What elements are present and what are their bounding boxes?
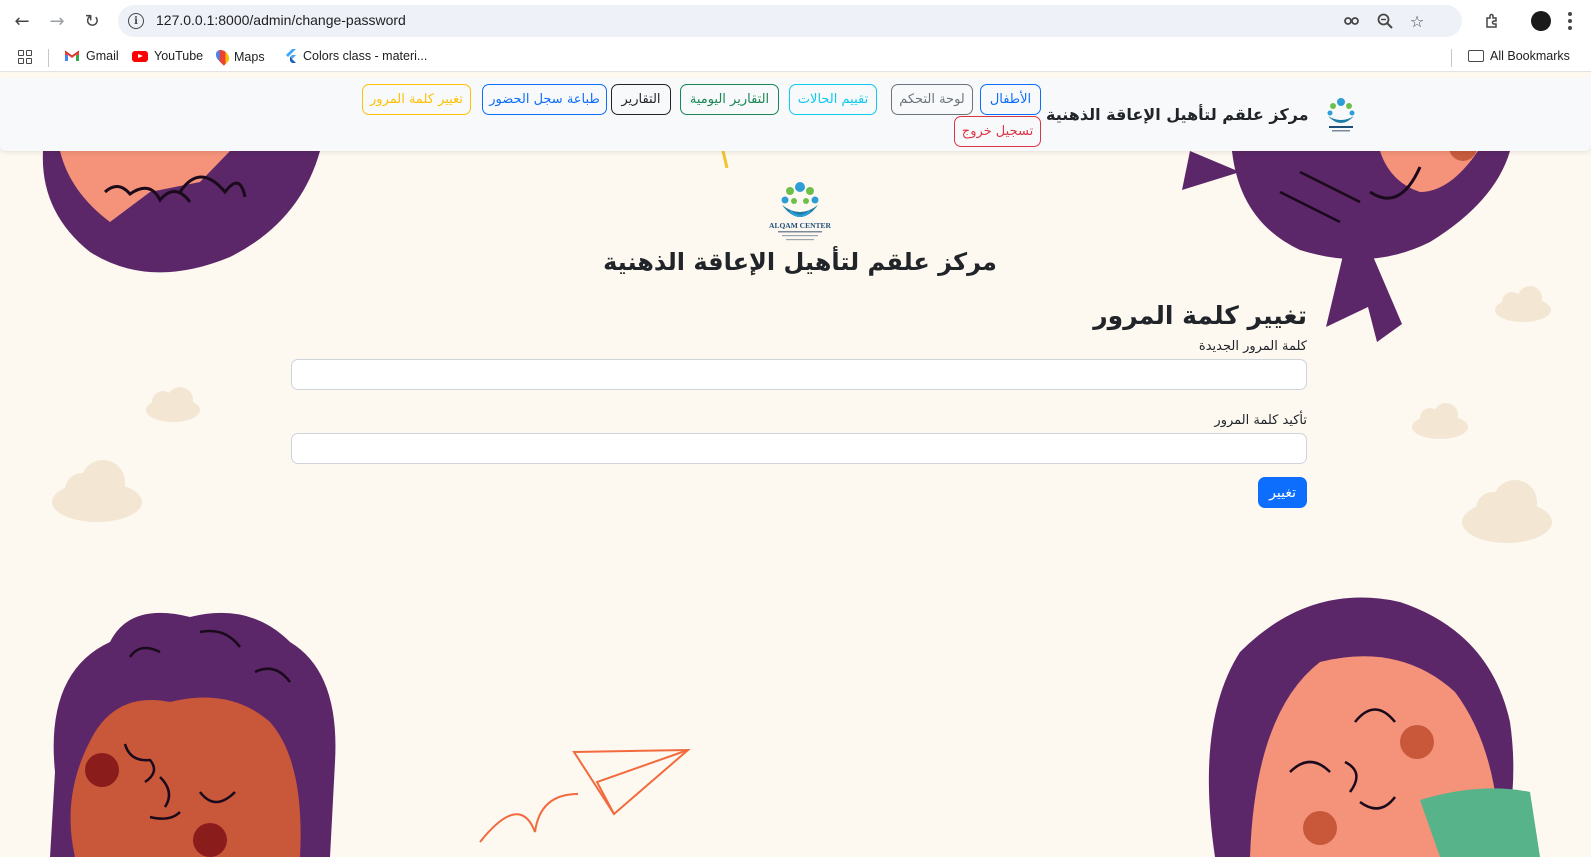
reload-icon[interactable]: ↻ [80, 9, 104, 33]
decor-stroke [721, 150, 729, 169]
change-password-form: تغيير كلمة المرور كلمة المرور الجديدة تأ… [291, 297, 1307, 508]
bottom-right-character [1208, 597, 1540, 857]
nav-change-password-button[interactable]: تغيير كلمة المرور [362, 84, 471, 115]
chrome-menu-icon[interactable] [1568, 12, 1572, 30]
page-content: مركز علقم لتأهيل الإعاقة الذهنية الأطفال… [0, 72, 1591, 857]
new-password-input[interactable] [291, 359, 1307, 390]
url-text[interactable]: 127.0.0.1:8000/admin/change-password [156, 12, 406, 28]
zoom-icon[interactable] [1375, 11, 1395, 31]
all-bookmarks[interactable]: All Bookmarks [1468, 49, 1570, 63]
flutter-icon [286, 49, 296, 63]
cloud-decoration [146, 387, 200, 422]
bookmark-youtube[interactable]: YouTube [132, 49, 203, 63]
browser-toolbar: ← → ↻ i 127.0.0.1:8000/admin/change-pass… [0, 0, 1591, 42]
folder-icon [1468, 50, 1484, 62]
maps-icon [213, 47, 232, 66]
gmail-icon [64, 50, 80, 61]
bookmark-colors-class[interactable]: Colors class - materi... [285, 49, 427, 63]
extensions-icon[interactable] [1480, 9, 1504, 33]
cloud-decoration [52, 460, 142, 522]
bookmarks-separator [48, 49, 49, 67]
nav-case-assessment-button[interactable]: تقييم الحالات [789, 84, 877, 115]
form-title: تغيير كلمة المرور [1093, 301, 1307, 330]
cloud-decoration [1495, 286, 1551, 322]
cloud-decoration [1412, 403, 1468, 439]
bookmark-label: YouTube [154, 49, 204, 63]
address-bar[interactable]: i 127.0.0.1:8000/admin/change-password ☆ [118, 5, 1462, 37]
bookmark-label: Maps [234, 49, 265, 64]
logo-caption: ALQAM CENTER [769, 221, 831, 230]
bookmarks-bar: Gmail YouTube Maps Colors class - materi… [0, 42, 1591, 72]
alqam-center-logo: ALQAM CENTER [769, 182, 832, 241]
navbar-brand-text: مركز علقم لتأهيل الإعاقة الذهنية [1046, 104, 1309, 124]
paper-plane-decoration [479, 748, 691, 843]
submit-change-button[interactable]: تغيير [1258, 477, 1307, 508]
logout-button[interactable]: تسجيل خروج [954, 116, 1041, 147]
bottom-left-character [50, 612, 336, 857]
nav-dashboard-button[interactable]: لوحة التحكم [891, 84, 973, 115]
apps-icon[interactable] [18, 50, 32, 64]
bookmark-label: Colors class - materi... [303, 49, 428, 63]
navbar-brand[interactable]: مركز علقم لتأهيل الإعاقة الذهنية [1046, 92, 1362, 136]
cloud-decoration [1462, 480, 1552, 543]
top-navbar: مركز علقم لتأهيل الإعاقة الذهنية الأطفال… [0, 78, 1591, 151]
nav-reports-button[interactable]: التقارير [611, 84, 671, 115]
back-icon[interactable]: ← [10, 9, 34, 33]
nav-print-attendance-button[interactable]: طباعة سجل الحضور [482, 84, 607, 115]
confirm-password-input[interactable] [291, 433, 1307, 464]
page-title: مركز علقم لتأهيل الإعاقة الذهنية [603, 248, 997, 276]
bookmark-maps[interactable]: Maps [213, 47, 265, 66]
password-key-icon[interactable] [1343, 11, 1363, 31]
bookmark-star-icon[interactable]: ☆ [1407, 11, 1427, 31]
forward-icon[interactable]: → [45, 9, 69, 33]
bookmark-label: Gmail [86, 49, 119, 63]
profile-avatar[interactable] [1531, 11, 1551, 31]
new-password-label: كلمة المرور الجديدة [1198, 339, 1307, 354]
site-info-icon[interactable]: i [128, 13, 144, 29]
all-bookmarks-label: All Bookmarks [1490, 49, 1570, 63]
nav-daily-reports-button[interactable]: التقارير اليومية [680, 84, 779, 115]
bookmark-gmail[interactable]: Gmail [64, 49, 119, 63]
nav-children-button[interactable]: الأطفال [980, 84, 1041, 115]
bookmarks-separator [1451, 49, 1452, 67]
top-left-character [42, 151, 320, 273]
alqam-logo-icon [1327, 98, 1355, 132]
confirm-password-label: تأكيد كلمة المرور [1214, 413, 1307, 428]
youtube-icon [132, 50, 148, 62]
